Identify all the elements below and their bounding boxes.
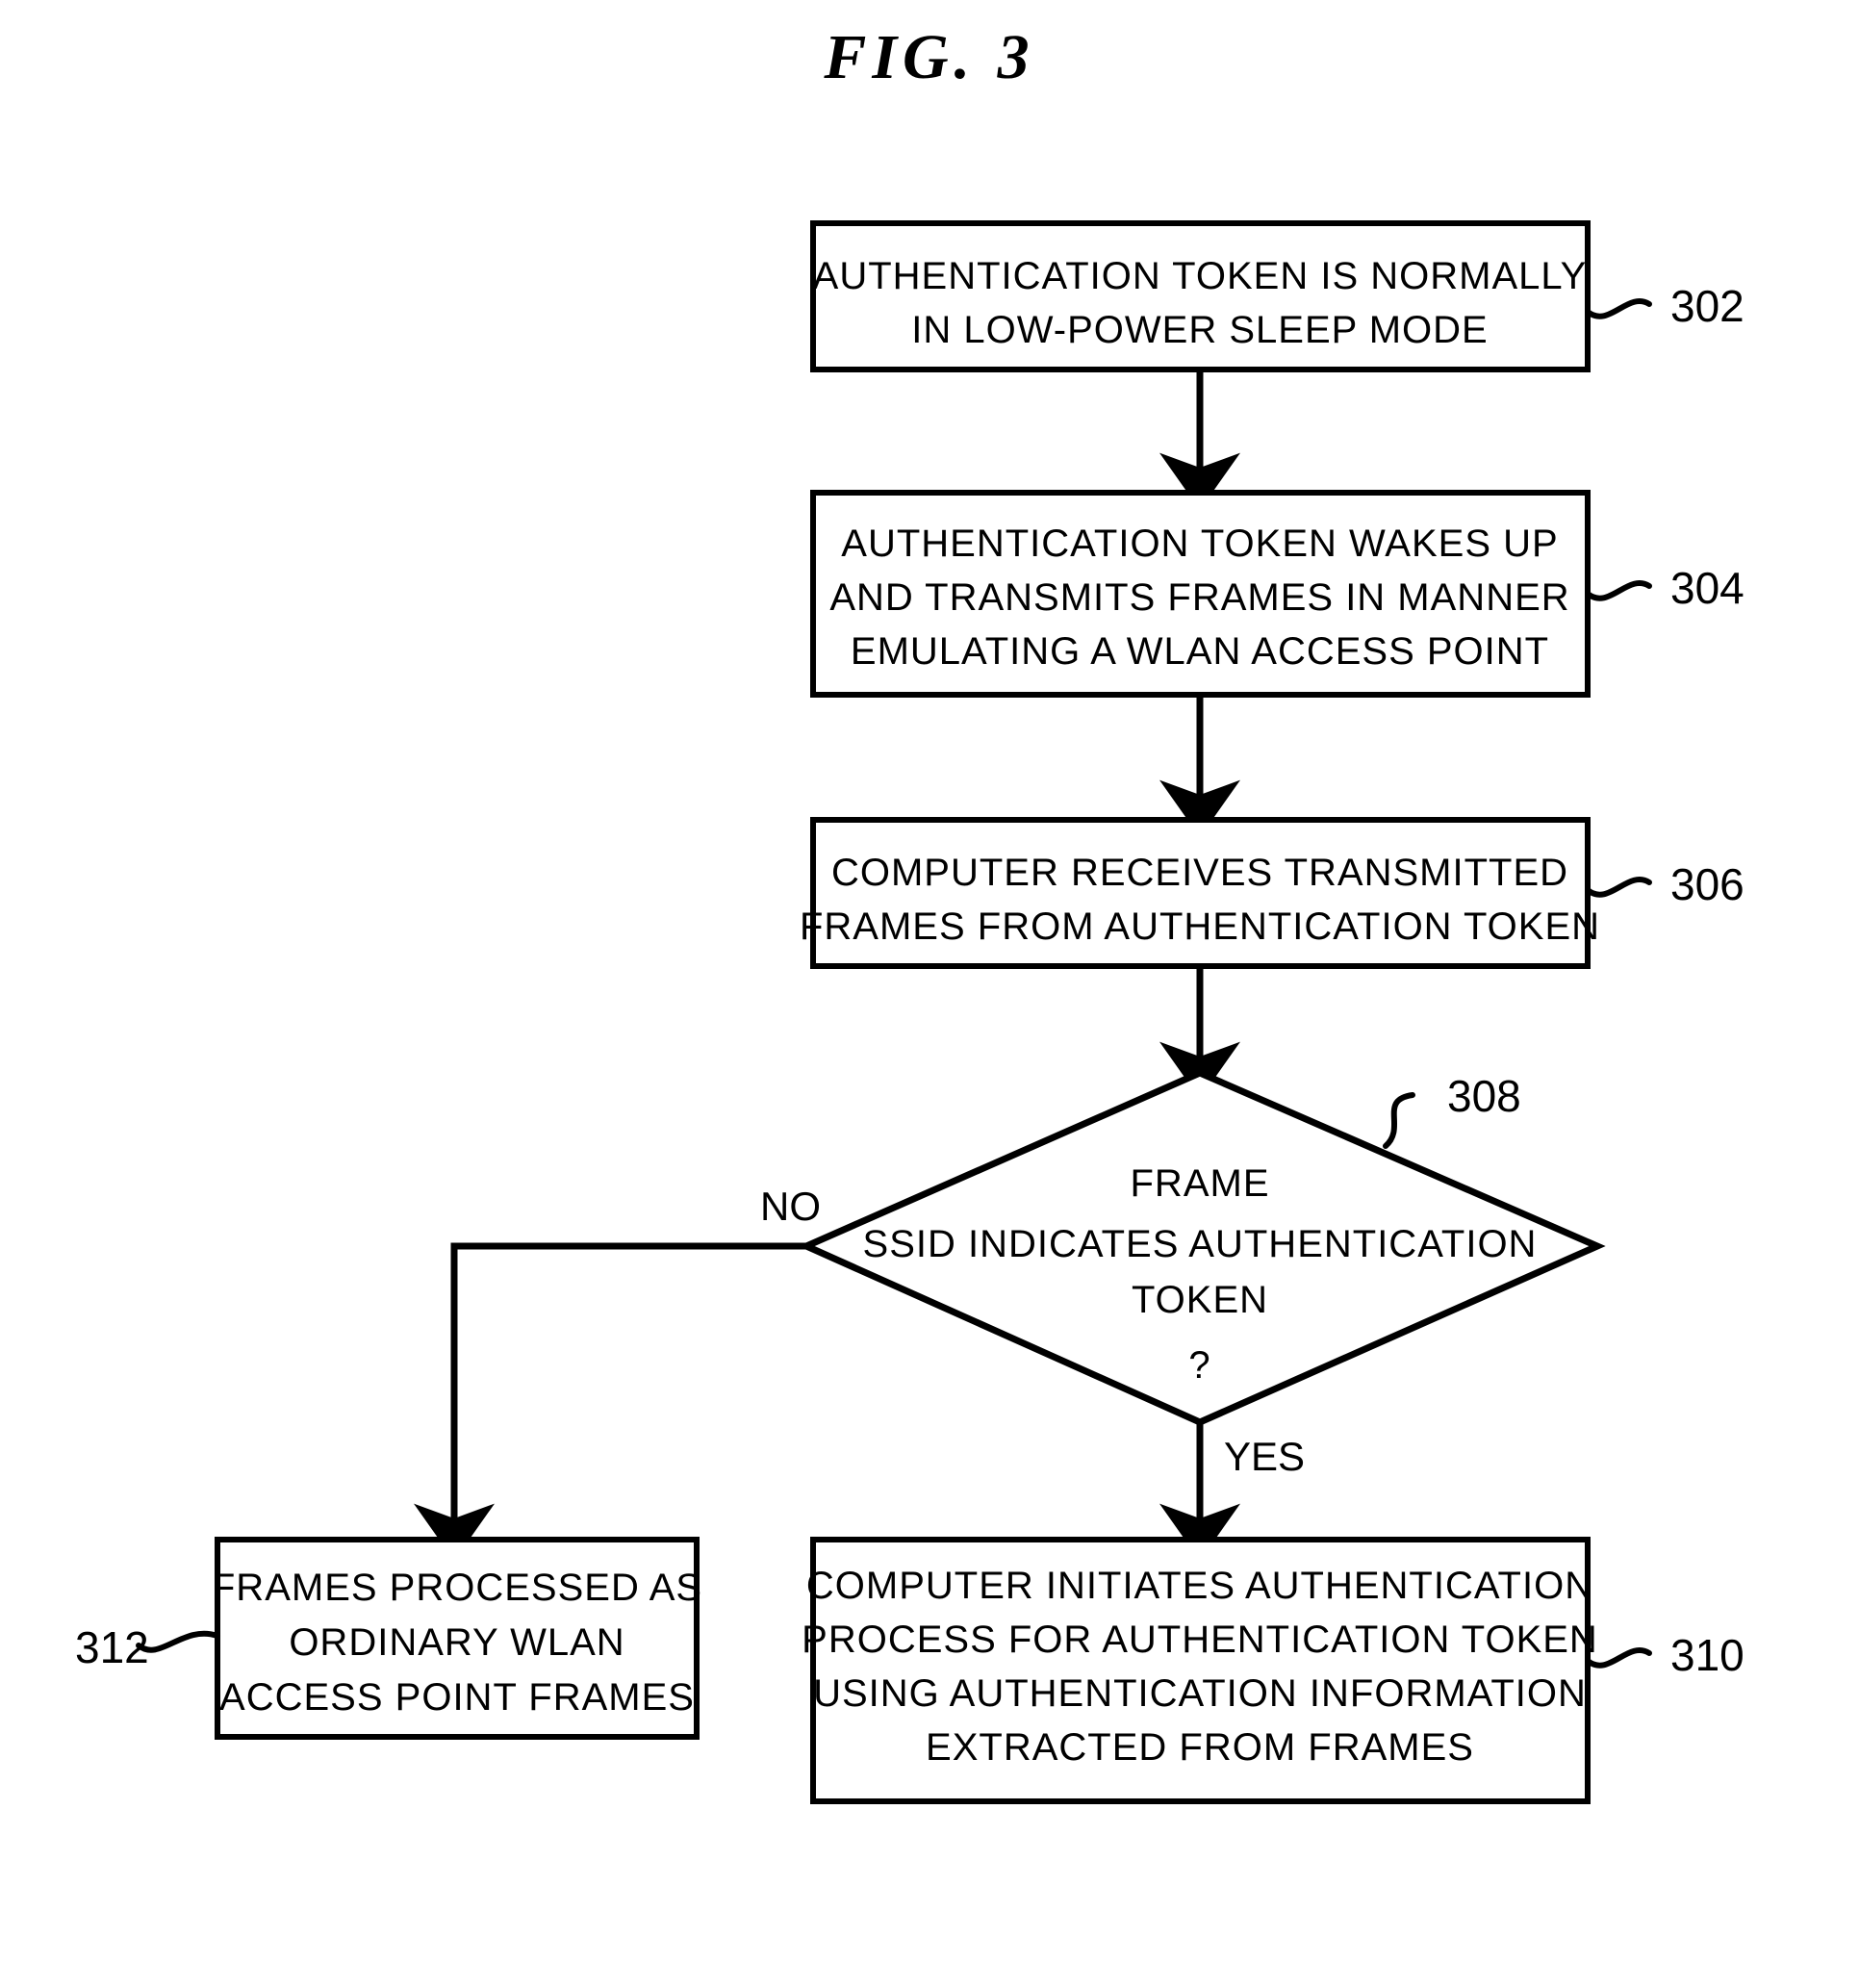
node-308-line-2: SSID INDICATES AUTHENTICATION: [863, 1223, 1538, 1265]
reference-306: 306: [1585, 859, 1744, 909]
node-310[interactable]: COMPUTER INITIATES AUTHENTICATION PROCES…: [802, 1537, 1598, 1804]
branch-label-no: NO: [760, 1184, 821, 1229]
node-308-line-1: FRAME: [1131, 1162, 1270, 1205]
node-312-line-3: ACCESS POINT FRAMES: [219, 1676, 695, 1719]
node-302-line-2: IN LOW-POWER SLEEP MODE: [911, 309, 1488, 351]
node-304-line-1: AUTHENTICATION TOKEN WAKES UP: [841, 522, 1558, 565]
node-312-line-1: FRAMES PROCESSED AS: [212, 1567, 702, 1609]
reference-310: 310: [1585, 1630, 1744, 1680]
reference-308: 308: [1383, 1071, 1521, 1149]
flowchart-canvas: AUTHENTICATION TOKEN IS NORMALLY IN LOW-…: [75, 220, 1744, 1804]
reference-304: 304: [1585, 563, 1744, 613]
figure-page: FIG. 3 AUTHENTICATION TOKEN IS NORMALLY …: [0, 0, 1859, 1988]
leader-line-312: [136, 1630, 220, 1653]
node-306-line-1: COMPUTER RECEIVES TRANSMITTED: [831, 852, 1568, 894]
node-310-line-4: EXTRACTED FROM FRAMES: [926, 1726, 1474, 1769]
leader-line-306: [1585, 877, 1652, 898]
node-312[interactable]: FRAMES PROCESSED AS ORDINARY WLAN ACCESS…: [212, 1537, 702, 1740]
connector-no-branch: [414, 1242, 806, 1562]
node-304-line-3: EMULATING A WLAN ACCESS POINT: [851, 630, 1549, 673]
node-312-line-2: ORDINARY WLAN: [289, 1621, 624, 1664]
node-308-line-3: TOKEN: [1132, 1279, 1268, 1321]
reference-302: 302: [1585, 281, 1744, 331]
node-304[interactable]: AUTHENTICATION TOKEN WAKES UP AND TRANSM…: [810, 490, 1591, 698]
reference-312: 312: [75, 1622, 220, 1672]
reference-numeral-308: 308: [1447, 1071, 1521, 1121]
node-310-line-3: USING AUTHENTICATION INFORMATION: [813, 1672, 1587, 1715]
reference-numeral-302: 302: [1670, 281, 1744, 331]
node-308-line-4: ?: [1188, 1344, 1210, 1387]
node-306[interactable]: COMPUTER RECEIVES TRANSMITTED FRAMES FRO…: [800, 817, 1600, 969]
leader-line-304: [1585, 580, 1652, 601]
node-302[interactable]: AUTHENTICATION TOKEN IS NORMALLY IN LOW-…: [810, 220, 1591, 372]
reference-numeral-304: 304: [1670, 563, 1744, 613]
branch-label-yes: YES: [1224, 1434, 1305, 1479]
reference-numeral-306: 306: [1670, 859, 1744, 909]
reference-numeral-312: 312: [75, 1622, 149, 1672]
node-310-line-1: COMPUTER INITIATES AUTHENTICATION: [806, 1565, 1593, 1607]
leader-line-308: [1383, 1092, 1415, 1149]
node-310-line-2: PROCESS FOR AUTHENTICATION TOKEN: [802, 1618, 1598, 1661]
reference-numeral-310: 310: [1670, 1630, 1744, 1680]
node-306-line-2: FRAMES FROM AUTHENTICATION TOKEN: [800, 905, 1600, 948]
node-304-line-2: AND TRANSMITS FRAMES IN MANNER: [829, 576, 1569, 619]
node-302-line-1: AUTHENTICATION TOKEN IS NORMALLY: [813, 255, 1588, 297]
node-308[interactable]: FRAME SSID INDICATES AUTHENTICATION TOKE…: [798, 1069, 1606, 1426]
leader-line-302: [1585, 298, 1652, 319]
